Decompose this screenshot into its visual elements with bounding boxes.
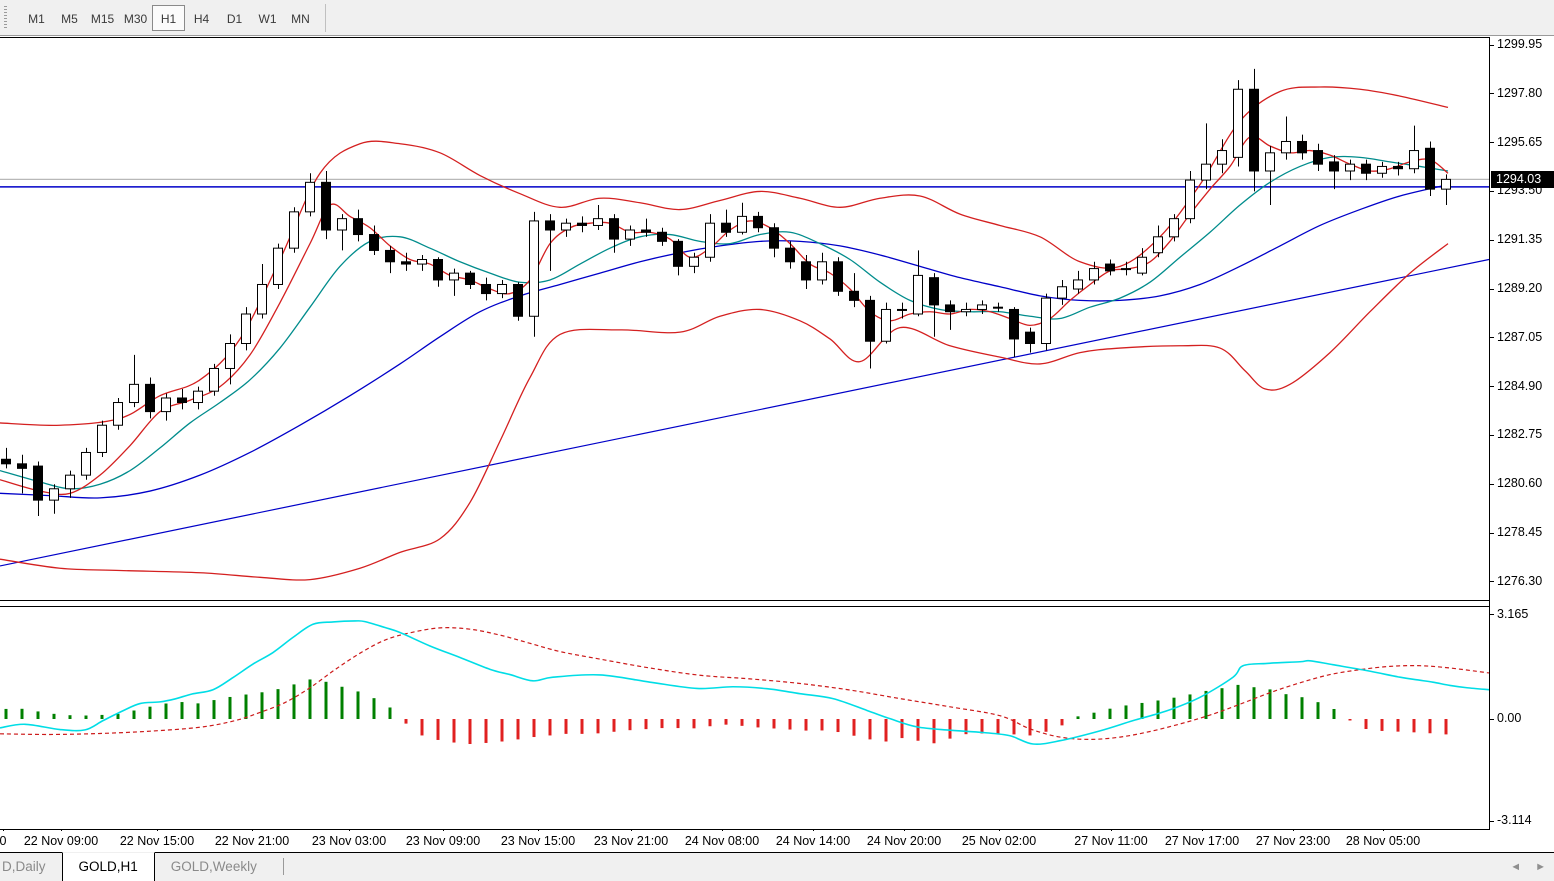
timeframe-buttons: M1M5M15M30H1H4D1W1MN bbox=[20, 5, 317, 31]
price-axis-tick bbox=[1490, 386, 1494, 387]
chart-area: 1299.951297.801295.651293.501291.351289.… bbox=[0, 36, 1554, 852]
chart-tabs: D,DailyGOLD,H1GOLD,Weekly ◄ ► bbox=[0, 852, 1554, 881]
time-axis-label: 23 Nov 09:00 bbox=[406, 834, 480, 848]
price-axis-label: 1297.80 bbox=[1497, 86, 1542, 100]
price-axis-label: 1287.05 bbox=[1497, 330, 1542, 344]
price-axis-tick bbox=[1490, 45, 1494, 46]
toolbar-separator bbox=[325, 4, 326, 32]
timeframe-button-H1[interactable]: H1 bbox=[152, 5, 185, 31]
indicator-axis-tick bbox=[1490, 821, 1494, 822]
price-axis-label: 1278.45 bbox=[1497, 525, 1542, 539]
current-price-badge: 1294.03 bbox=[1491, 171, 1554, 188]
price-axis-tick bbox=[1490, 533, 1494, 534]
timeframe-button-MN[interactable]: MN bbox=[284, 5, 317, 31]
price-axis-label: 1280.60 bbox=[1497, 476, 1542, 490]
time-axis-label: 22 Nov 15:00 bbox=[120, 834, 194, 848]
price-axis-label: 1284.90 bbox=[1497, 379, 1542, 393]
tab-d-daily[interactable]: D,Daily bbox=[0, 853, 62, 881]
price-axis-tick bbox=[1490, 289, 1494, 290]
indicator-axis-label: 0.00 bbox=[1497, 711, 1521, 725]
candlestick-chart[interactable] bbox=[0, 36, 1490, 852]
time-axis-label: 22 Nov 21:00 bbox=[215, 834, 289, 848]
toolbar-drag-handle[interactable] bbox=[4, 6, 10, 30]
time-axis-label: 23 Nov 03:00 bbox=[312, 834, 386, 848]
price-axis-label: 1295.65 bbox=[1497, 135, 1542, 149]
time-axis-label: 27 Nov 17:00 bbox=[1165, 834, 1239, 848]
chart-tab-list: D,DailyGOLD,H1GOLD,Weekly bbox=[0, 853, 273, 881]
time-axis-label: 24 Nov 08:00 bbox=[685, 834, 759, 848]
price-axis[interactable]: 1299.951297.801295.651293.501291.351289.… bbox=[1490, 36, 1554, 852]
indicator-axis-label: 3.165 bbox=[1497, 607, 1528, 621]
timeframe-button-W1[interactable]: W1 bbox=[251, 5, 284, 31]
time-axis-label: 28 Nov 05:00 bbox=[1346, 834, 1420, 848]
price-axis-label: 1282.75 bbox=[1497, 427, 1542, 441]
timeframe-toolbar: M1M5M15M30H1H4D1W1MN bbox=[0, 0, 1554, 36]
indicator-axis-tick bbox=[1490, 614, 1494, 615]
price-axis-tick bbox=[1490, 240, 1494, 241]
price-axis-tick bbox=[1490, 484, 1494, 485]
price-axis-tick bbox=[1490, 435, 1494, 436]
mt4-window: M1M5M15M30H1H4D1W1MN 1299.95 1297.80 1295.… bbox=[0, 0, 1554, 881]
timeframe-button-M30[interactable]: M30 bbox=[119, 5, 152, 31]
time-axis-label: 24 Nov 20:00 bbox=[867, 834, 941, 848]
price-axis-tick bbox=[1490, 93, 1494, 94]
time-axis-label: 27 Nov 23:00 bbox=[1256, 834, 1330, 848]
timeframe-button-M5[interactable]: M5 bbox=[53, 5, 86, 31]
price-axis-label: 1299.95 bbox=[1497, 37, 1542, 51]
indicator-axis-label: -3.114 bbox=[1497, 813, 1532, 827]
time-axis-label: 27 Nov 11:00 bbox=[1074, 834, 1147, 848]
timeframe-button-M1[interactable]: M1 bbox=[20, 5, 53, 31]
time-axis-label: 23 Nov 15:00 bbox=[501, 834, 575, 848]
time-axis-label: 22 Nov 09:00 bbox=[24, 834, 98, 848]
price-axis-label: 1276.30 bbox=[1497, 574, 1542, 588]
tab-separator bbox=[283, 858, 284, 875]
time-axis-label: 25 Nov 02:00 bbox=[962, 834, 1036, 848]
price-axis-label: 1291.35 bbox=[1497, 232, 1542, 246]
tab-scroll-arrows: ◄ ► bbox=[1510, 853, 1546, 881]
timeframe-button-M15[interactable]: M15 bbox=[86, 5, 119, 31]
timeframe-button-D1[interactable]: D1 bbox=[218, 5, 251, 31]
time-axis-label: 23 Nov 21:00 bbox=[594, 834, 668, 848]
price-axis-label: 1289.20 bbox=[1497, 281, 1542, 295]
price-axis-tick bbox=[1490, 581, 1494, 582]
timeframe-button-H4[interactable]: H4 bbox=[185, 5, 218, 31]
tab-gold-h1[interactable]: GOLD,H1 bbox=[62, 852, 155, 881]
tab-scroll-left-icon[interactable]: ◄ bbox=[1510, 861, 1521, 873]
price-axis-tick bbox=[1490, 142, 1494, 143]
time-axis-label: 0 bbox=[0, 834, 6, 848]
time-axis[interactable]: 0 22 Nov 09:00 22 Nov 15:00 22 Nov 21:00 23 … bbox=[0, 831, 1490, 852]
price-axis-tick bbox=[1490, 191, 1494, 192]
tab-scroll-right-icon[interactable]: ► bbox=[1535, 861, 1546, 873]
time-axis-label: 24 Nov 14:00 bbox=[776, 834, 850, 848]
tab-gold-weekly[interactable]: GOLD,Weekly bbox=[155, 853, 273, 881]
price-axis-tick bbox=[1490, 337, 1494, 338]
indicator-axis-tick bbox=[1490, 719, 1494, 720]
